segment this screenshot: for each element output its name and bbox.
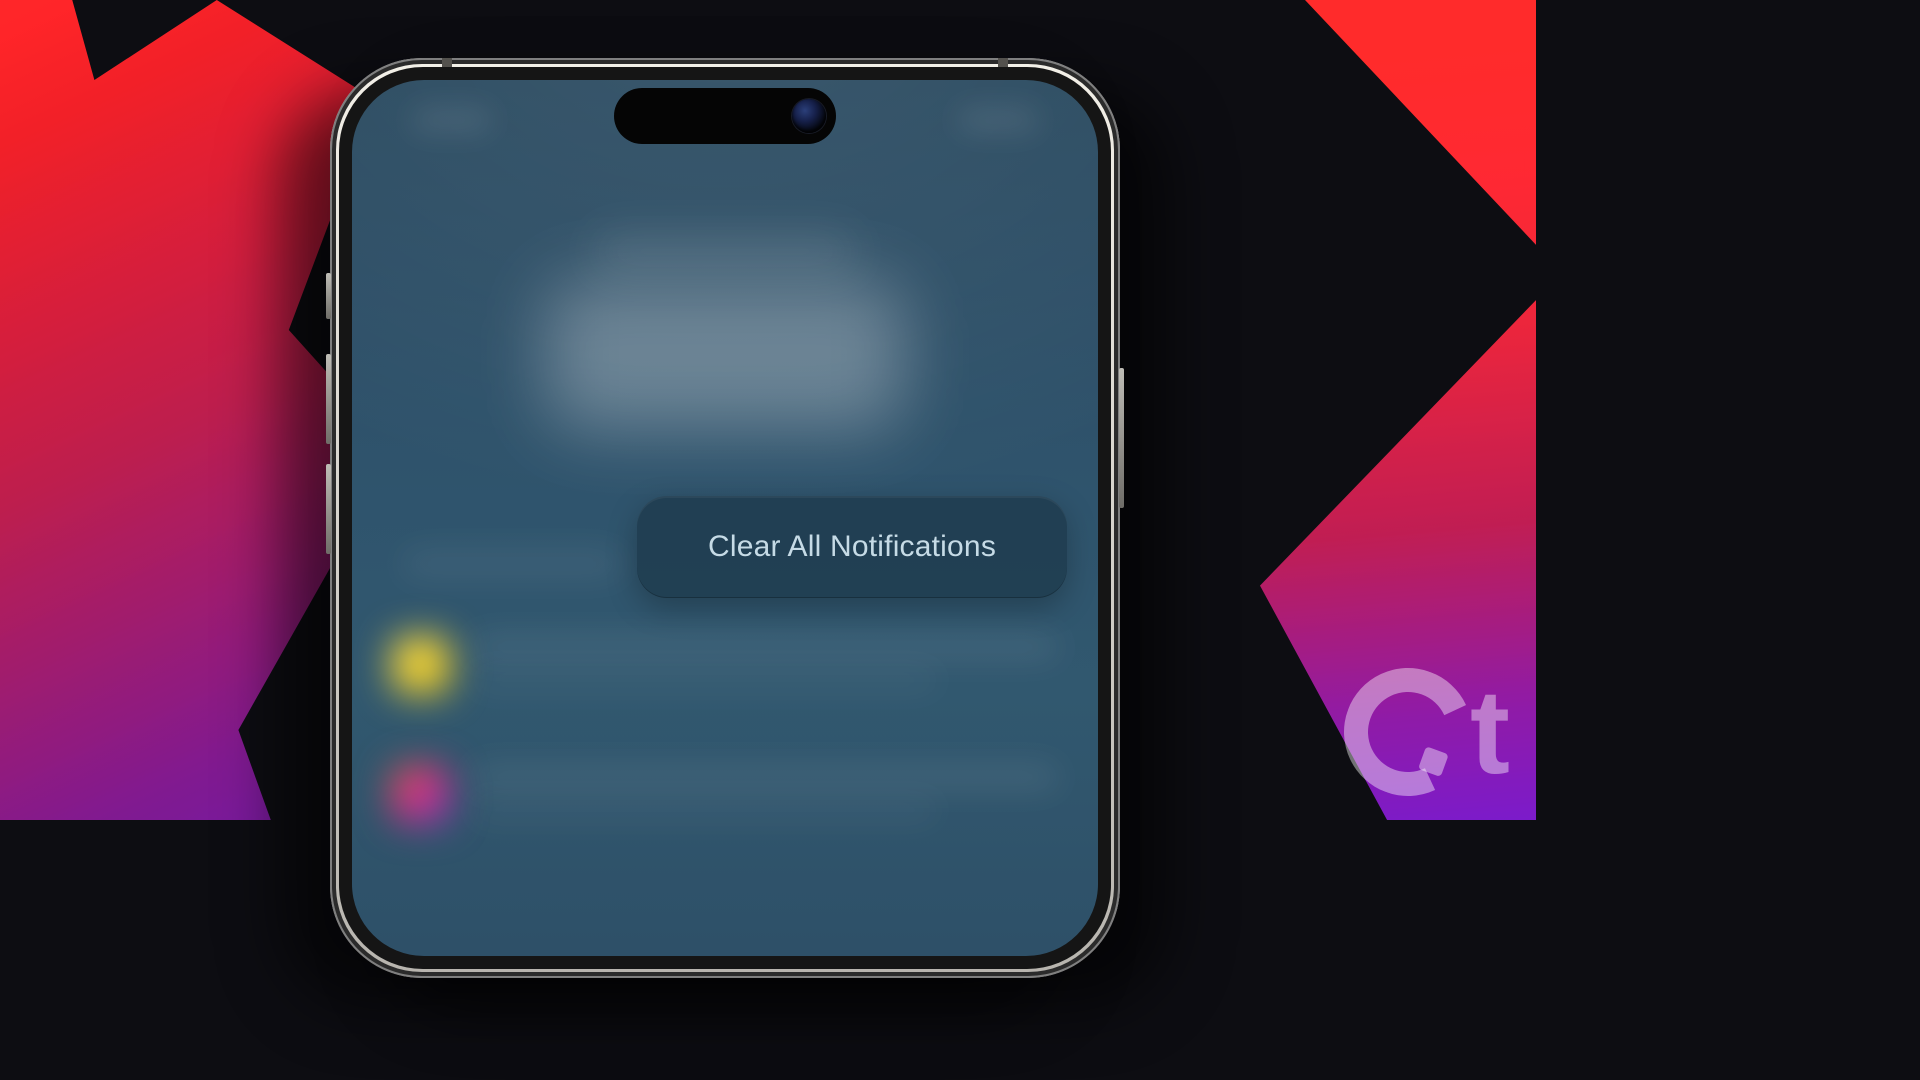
date-blur — [595, 235, 855, 267]
iphone-frame: Clear All Notifications — [330, 58, 1120, 978]
notification-app-icon-blur — [392, 766, 450, 824]
side-button — [1119, 368, 1124, 508]
notification-title-blur — [472, 766, 1058, 788]
clear-all-notifications-label: Clear All Notifications — [708, 530, 996, 564]
notification-title-blur — [472, 636, 1058, 658]
clear-all-notifications-button[interactable]: Clear All Notifications — [637, 496, 1067, 598]
notification-center-label-blur — [402, 550, 622, 578]
antenna-seam — [998, 58, 1008, 67]
watermark-t: t — [1470, 684, 1506, 780]
front-camera-icon — [792, 99, 826, 133]
status-right-blur — [958, 108, 1038, 132]
volume-up-button — [326, 354, 331, 444]
watermark-g-icon — [1326, 650, 1490, 814]
volume-down-button — [326, 464, 331, 554]
status-left-blur — [412, 108, 492, 132]
antenna-seam — [442, 58, 452, 67]
notification-row-blur — [392, 630, 1058, 710]
lockscreen: Clear All Notifications — [352, 80, 1098, 956]
notification-subtitle-blur — [472, 800, 938, 820]
notification-subtitle-blur — [472, 670, 938, 690]
dynamic-island — [614, 88, 836, 144]
gt-watermark: t — [1344, 668, 1506, 796]
clock-blur — [545, 280, 905, 430]
notification-app-icon-blur — [392, 636, 450, 694]
notification-row-blur — [392, 760, 1058, 840]
mute-switch — [326, 273, 331, 319]
